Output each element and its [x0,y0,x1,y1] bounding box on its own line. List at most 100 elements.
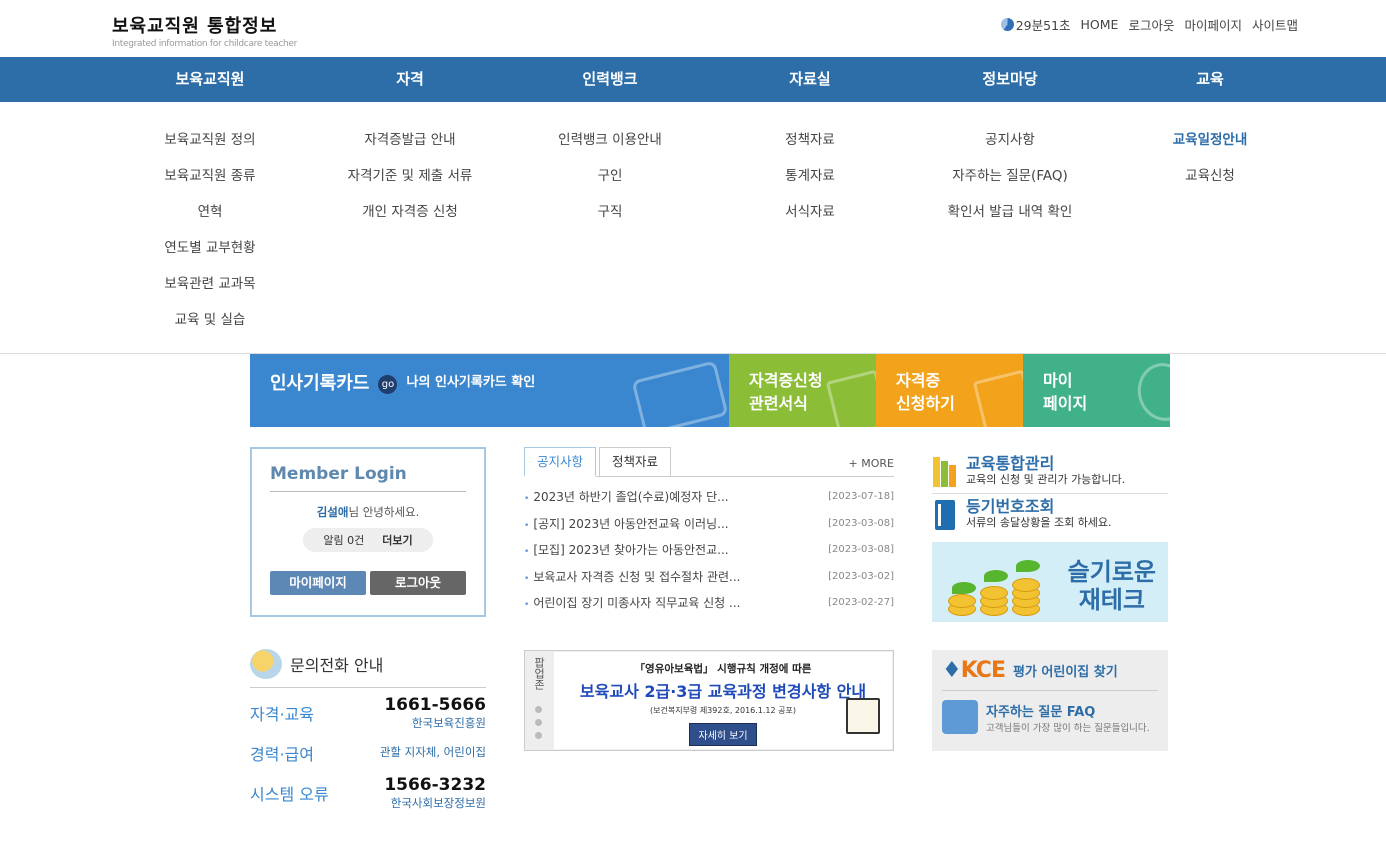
notice-tabs: 공지사항 정책자료 + MORE [524,447,894,477]
list-item[interactable]: 2023년 하반기 졸업(수료)예정자 단... [2023-07-18] [524,484,894,511]
popup-slide[interactable]: 「영유아보육법」 시행규칙 개정에 따른 보육교사 2급·3급 교육과정 변경사… [554,652,892,749]
banner-line: 페이지 [1043,394,1088,413]
logout-button[interactable]: 로그아웃 [370,571,466,595]
inquiry-row: 시스템 오류 1566-3232 한국사회보장정보원 [250,771,486,810]
notice-date: [2023-03-08] [828,517,894,529]
service-desc: 교육의 신청 및 관리가 가능합니다. [966,473,1126,486]
notice-date: [2023-02-27] [828,597,894,608]
timer-text: 29분51초 [1015,18,1071,33]
list-item[interactable]: 보육교사 자격증 신청 및 접수절차 관련... [2023-03-02] [524,564,894,591]
faq-link[interactable]: 자주하는 질문 FAQ 고객님들이 가장 많이 하는 질문들입니다. [942,700,1158,734]
home-link[interactable]: HOME [1081,17,1119,32]
site-logo[interactable]: 보육교직원 통합정보 Integrated information for ch… [112,12,297,49]
submenu-info: 공지사항 자주하는 질문(FAQ) 확인서 발급 내역 확인 [910,129,1110,353]
mypage-button[interactable]: 마이페이지 [270,571,366,595]
submenu-item[interactable]: 인력뱅크 이용안내 [510,129,710,165]
mypage-link[interactable]: 마이페이지 [1184,15,1242,34]
notice-title[interactable]: 2023년 하반기 졸업(수료)예정자 단... [524,484,728,511]
notice-date: [2023-03-08] [828,544,894,555]
logout-link[interactable]: 로그아웃 [1128,15,1174,34]
finance-banner[interactable]: 슬기로운 재테크 [932,542,1168,622]
nav-education[interactable]: 교육 [1110,57,1310,102]
tab-policy[interactable]: 정책자료 [599,447,672,476]
banner-title: 인사기록카드 [270,373,370,394]
pager-dot[interactable] [535,719,542,726]
kce-logo-text: KCE [960,658,1006,683]
pager-dot[interactable] [535,732,542,739]
mypage-banner[interactable]: 마이 페이지 [1023,354,1170,427]
sprout-icon [984,570,1008,582]
inquiry-label: 시스템 오류 [250,785,329,804]
nav-library[interactable]: 자료실 [710,57,910,102]
refresh-timer-icon[interactable] [1000,18,1014,31]
notice-list: 2023년 하반기 졸업(수료)예정자 단... [2023-07-18] [공지… [524,484,894,617]
notice-title[interactable]: 어린이집 장기 미종사자 직무교육 신청 ... [524,590,740,617]
inquiry-phone-section: 문의전화 안내 자격·교육 1661-5666 한국보육진흥원 경력·급여 관할… [250,649,486,810]
submenu-item[interactable]: 연혁 [110,201,310,237]
submenu-item[interactable]: 보육관련 교과목 [110,273,310,309]
submenu-item[interactable]: 보육교직원 종류 [110,165,310,201]
notebook-icon [935,500,955,530]
notice-board: 공지사항 정책자료 + MORE 2023년 하반기 졸업(수료)예정자 단..… [524,447,894,617]
pager-dot[interactable] [535,706,542,713]
submenu-item[interactable]: 교육 및 실습 [110,309,310,345]
banner-line: 재테크 [1078,586,1145,614]
notice-title[interactable]: [공지] 2023년 아동안전교육 이러닝... [524,511,728,538]
utility-links: 29분51초 HOME 로그아웃 마이페이지 사이트맵 [1000,15,1298,34]
cert-forms-banner[interactable]: 자격증신청 관련서식 [729,354,876,427]
edu-management-link[interactable]: 교육통합관리 교육의 신청 및 관리가 가능합니다. [932,455,1168,494]
registered-mail-link[interactable]: 등기번호조회 서류의 송달상황을 조회 하세요. [932,498,1168,532]
submenu-item-active[interactable]: 교육일정안내 [1110,129,1310,165]
banner-line: 마이 [1043,371,1073,390]
nav-info[interactable]: 정보마당 [910,57,1110,102]
faq-title: 자주하는 질문 FAQ [986,704,1096,720]
popup-zone: 팝업존 「영유아보육법」 시행규칙 개정에 따른 보육교사 2급·3급 교육과정… [524,650,894,751]
nav-staff[interactable]: 보육교직원 [110,57,310,102]
submenu-item[interactable]: 공지사항 [910,129,1110,165]
submenu-item[interactable]: 정책자료 [710,129,910,165]
submenu-item[interactable]: 자격기준 및 제출 서류 [310,165,510,201]
alarm-pill: 알림 0건 더보기 [303,528,433,552]
submenu-jobbank: 인력뱅크 이용안내 구인 구직 [510,129,710,353]
submenu-item[interactable]: 개인 자격증 신청 [310,201,510,237]
session-timer[interactable]: 29분51초 [1000,15,1071,34]
service-desc: 서류의 송달상황을 조회 하세요. [966,516,1112,529]
list-item[interactable]: [모집] 2023년 찾아가는 아동안전교... [2023-03-08] [524,537,894,564]
submenu-item[interactable]: 구직 [510,201,710,237]
finance-banner-text: 슬기로운 재테크 [1068,558,1156,614]
submenu-item[interactable]: 연도별 교부현황 [110,237,310,273]
notice-title[interactable]: [모집] 2023년 찾아가는 아동안전교... [524,537,728,564]
sitemap-link[interactable]: 사이트맵 [1252,15,1298,34]
notice-title[interactable]: 보육교사 자격증 신청 및 접수절차 관련... [524,564,740,591]
nav-qualification[interactable]: 자격 [310,57,510,102]
nav-jobbank[interactable]: 인력뱅크 [510,57,710,102]
submenu-item[interactable]: 교육신청 [1110,165,1310,201]
submenu-staff: 보육교직원 정의 보육교직원 종류 연혁 연도별 교부현황 보육관련 교과목 교… [110,129,310,353]
submenu-item[interactable]: 확인서 발급 내역 확인 [910,201,1110,237]
service-title: 교육통합관리 [966,454,1055,473]
eval-daycare-link[interactable]: ♦KCE 평가 어린이집 찾기 [942,658,1158,691]
alarm-count[interactable]: 알림 0건 [323,532,364,548]
list-item[interactable]: 어린이집 장기 미종사자 직무교육 신청 ... [2023-02-27] [524,590,894,617]
logo-title: 보육교직원 통합정보 [112,16,278,37]
submenu-item[interactable]: 서식자료 [710,201,910,237]
more-link[interactable]: + MORE [849,457,894,470]
hr-record-card-banner[interactable]: 인사기록카드 go 나의 인사기록카드 확인 [250,354,729,427]
id-card-icon [631,360,729,427]
login-title: Member Login [270,464,466,492]
view-detail-button[interactable]: 자세히 보기 [689,723,757,746]
login-buttons: 마이페이지 로그아웃 [270,571,466,595]
submenu-item[interactable]: 보육교직원 정의 [110,129,310,165]
cert-apply-banner[interactable]: 자격증 신청하기 [876,354,1023,427]
submenu-item[interactable]: 자격증발급 안내 [310,129,510,165]
tab-notice[interactable]: 공지사항 [524,447,597,477]
submenu-item[interactable]: 자주하는 질문(FAQ) [910,165,1110,201]
submenu-item[interactable]: 구인 [510,165,710,201]
eval-daycare-text: 평가 어린이집 찾기 [1012,665,1118,680]
submenu-item[interactable]: 통계자료 [710,165,910,201]
popup-headline: 보육교사 2급·3급 교육과정 변경사항 안내 [579,682,867,701]
alarm-more-link[interactable]: 더보기 [382,532,412,548]
greeting-suffix: 님 안녕하세요. [348,505,420,519]
list-item[interactable]: [공지] 2023년 아동안전교육 이러닝... [2023-03-08] [524,511,894,538]
logo-subtitle: Integrated information for childcare tea… [112,39,298,49]
